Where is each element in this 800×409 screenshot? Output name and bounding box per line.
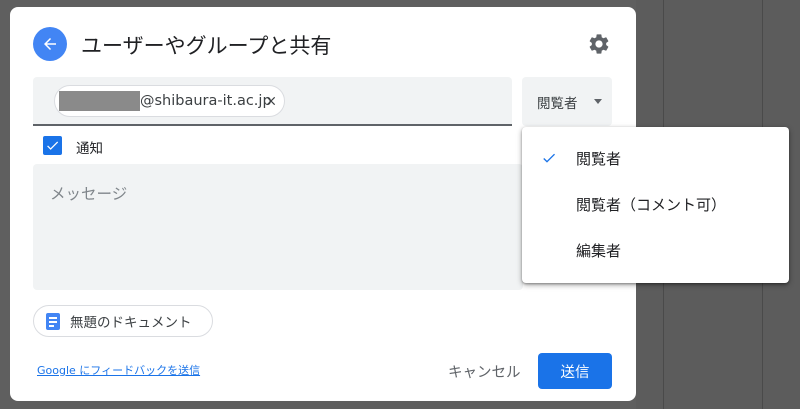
check-icon [47, 141, 59, 150]
recipient-email: @shibaura-it.ac.jp [140, 93, 272, 109]
recipient-chip[interactable]: @shibaura-it.ac.jp [54, 85, 285, 117]
send-button[interactable]: 送信 [538, 353, 612, 389]
attachment-label: 無題のドキュメント [70, 315, 192, 331]
document-icon [46, 312, 60, 330]
recipient-input[interactable]: @shibaura-it.ac.jp [33, 77, 512, 126]
gear-icon[interactable] [587, 32, 611, 56]
caret-down-icon [594, 99, 602, 104]
menu-item-viewer[interactable]: 閲覧者 [522, 138, 789, 178]
redacted-username [59, 91, 140, 111]
menu-item-label: 閲覧者 [576, 149, 622, 168]
menu-item-commenter[interactable]: 閲覧者（コメント可） [522, 184, 789, 224]
menu-item-editor[interactable]: 編集者 [522, 230, 789, 270]
role-dropdown-menu: 閲覧者 閲覧者（コメント可） 編集者 [522, 127, 789, 283]
role-select-label: 閲覧者 [537, 95, 578, 112]
feedback-link[interactable]: Google にフィードバックを送信 [37, 362, 200, 378]
dialog-title: ユーザーやグループと共有 [81, 34, 332, 58]
message-placeholder: メッセージ [50, 185, 128, 203]
back-button[interactable] [33, 27, 67, 61]
arrow-back-icon [44, 38, 56, 50]
role-select-button[interactable]: 閲覧者 [522, 77, 612, 126]
close-icon[interactable] [264, 94, 278, 108]
notify-label: 通知 [76, 141, 103, 157]
menu-item-label: 編集者 [576, 241, 622, 260]
cancel-button[interactable]: キャンセル [448, 361, 521, 382]
check-icon [543, 153, 555, 163]
menu-item-label: 閲覧者（コメント可） [576, 195, 727, 214]
notify-checkbox[interactable] [43, 136, 62, 155]
message-textarea[interactable]: メッセージ [33, 164, 523, 290]
attachment-chip[interactable]: 無題のドキュメント [33, 305, 213, 337]
